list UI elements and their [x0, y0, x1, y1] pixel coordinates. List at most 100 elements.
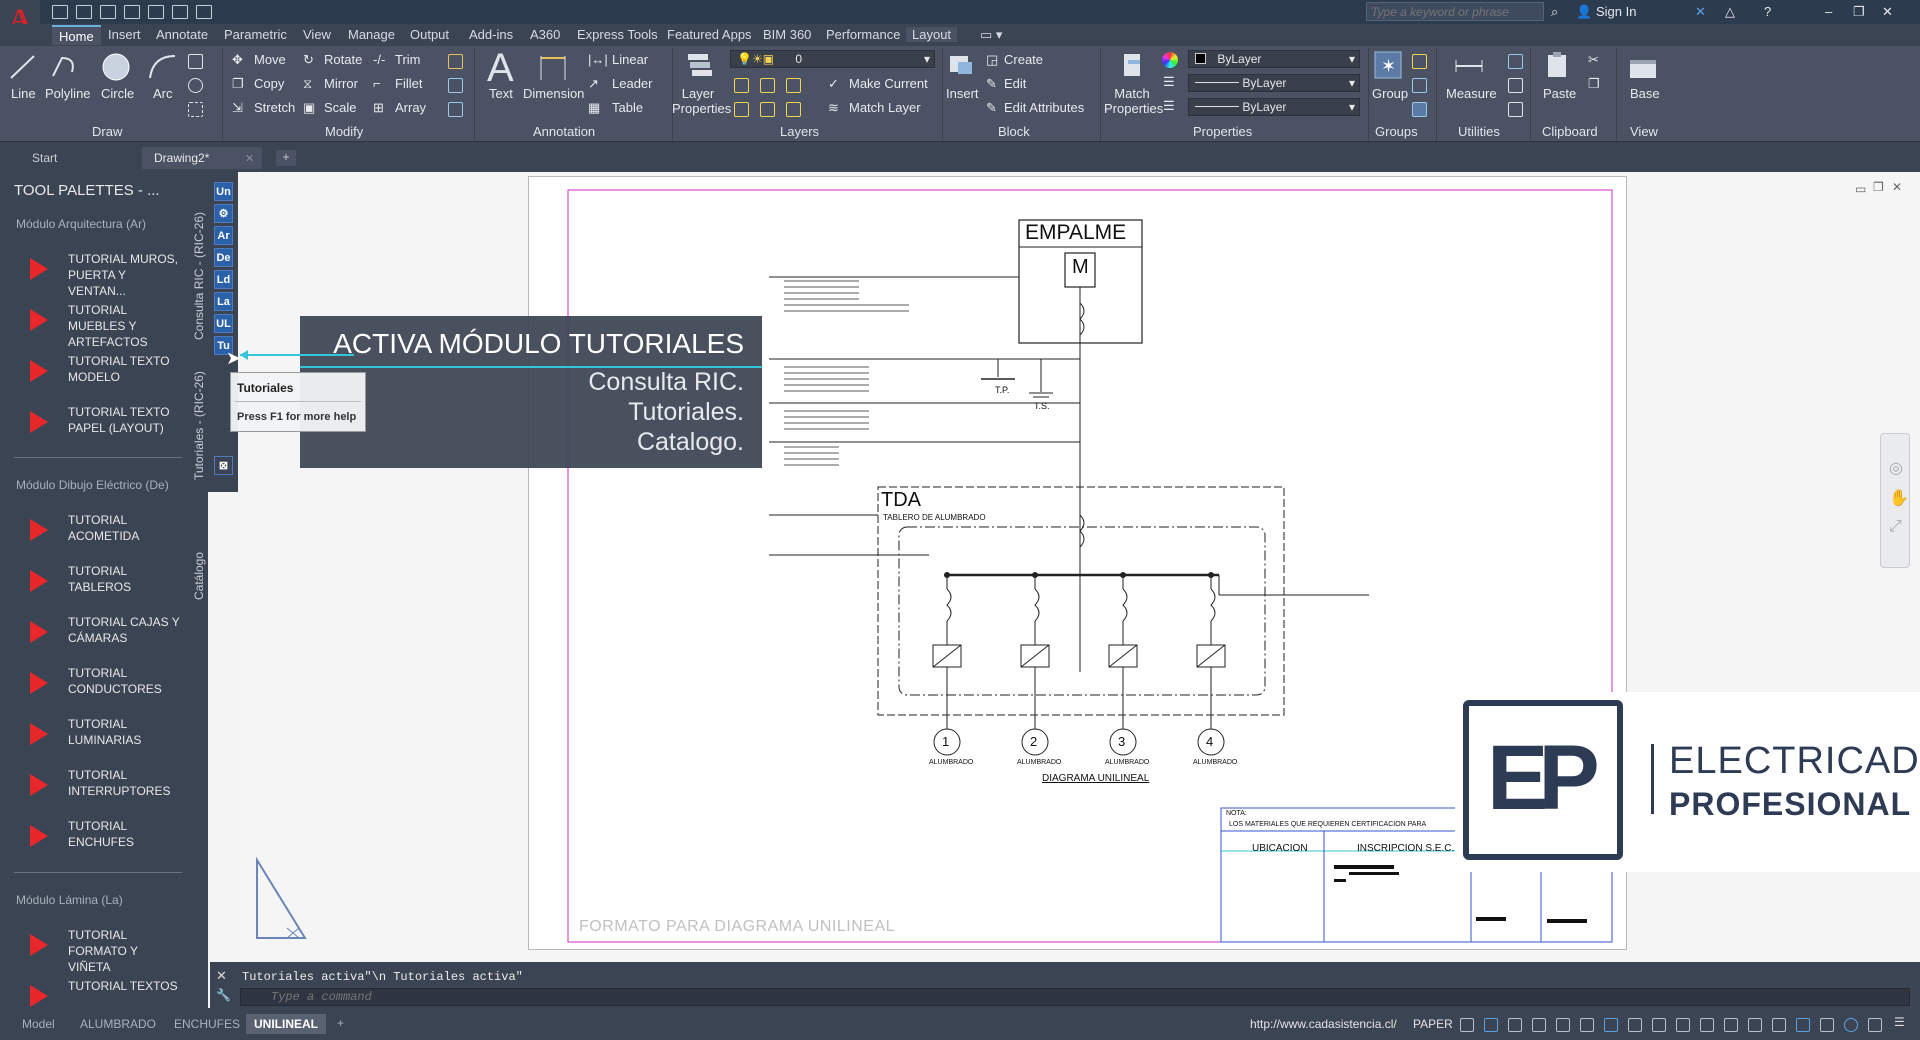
tab-annotate[interactable]: Annotate — [156, 27, 208, 42]
close-tab-icon[interactable]: ✕ — [245, 152, 254, 165]
module-ul-button[interactable]: UL — [214, 314, 233, 333]
tab-home[interactable]: Home — [52, 25, 101, 45]
osnap-icon[interactable] — [1556, 1018, 1570, 1032]
base-button[interactable]: Base — [1630, 86, 1660, 101]
tool-item[interactable]: TUTORIAL INTERRUPTORES — [30, 762, 180, 806]
a360-icon[interactable]: △ — [1725, 4, 1735, 20]
block-panel-title[interactable]: Block — [998, 124, 1030, 139]
module-ld-button[interactable]: Ld — [214, 270, 233, 289]
layer-tool-icon[interactable] — [734, 102, 749, 117]
print-icon[interactable] — [148, 5, 164, 19]
table-button[interactable]: Table — [612, 100, 643, 115]
tab-output[interactable]: Output — [410, 27, 449, 42]
module-ar-button[interactable]: Ar — [214, 226, 233, 245]
tab-options-icon[interactable]: ▭ ▾ — [980, 27, 1002, 43]
tab-bim-360[interactable]: BIM 360 — [763, 27, 811, 42]
tool-item[interactable]: TUTORIAL FORMATO Y VIÑETA — [30, 922, 180, 974]
isolate-objects-icon[interactable] — [1844, 1018, 1858, 1032]
hatch-icon[interactable] — [188, 102, 203, 117]
grid-icon[interactable] — [1460, 1018, 1474, 1032]
annotation-panel-title[interactable]: Annotation — [533, 124, 595, 139]
navigation-bar[interactable]: ◎ ✋ ⤢ — [1880, 433, 1910, 568]
close-grid-icon[interactable]: ⊠ — [214, 456, 233, 475]
redo-icon[interactable] — [196, 5, 212, 19]
layer-tool-icon[interactable] — [760, 78, 775, 93]
module-un-button[interactable]: Un — [214, 182, 233, 201]
tab-catalogo[interactable]: Catálogo — [192, 552, 206, 600]
utilities-panel-title[interactable]: Utilities — [1458, 124, 1500, 139]
layer-tool-icon[interactable] — [760, 102, 775, 117]
make-current-button[interactable]: Make Current — [849, 76, 928, 91]
workspace-gear-icon[interactable] — [1724, 1018, 1738, 1032]
arc-button[interactable]: Arc — [153, 86, 173, 101]
fillet-button[interactable]: Fillet — [395, 76, 422, 91]
lock-ui-icon[interactable] — [1820, 1018, 1834, 1032]
mirror-button[interactable]: Mirror — [324, 76, 358, 91]
group-button[interactable]: Group — [1372, 86, 1408, 101]
tab-a360[interactable]: A360 — [530, 27, 560, 42]
groups-panel-title[interactable]: Groups — [1375, 124, 1418, 139]
annotation-monitor-icon[interactable] — [1748, 1018, 1762, 1032]
match-layer-button[interactable]: Match Layer — [849, 100, 921, 115]
tool-item[interactable]: TUTORIAL TEXTOS — [30, 973, 180, 1012]
point-icon[interactable] — [1508, 78, 1523, 93]
quick-properties-icon[interactable] — [1796, 1018, 1810, 1032]
ungroup-icon[interactable] — [1412, 54, 1427, 69]
tab-express-tools[interactable]: Express Tools — [577, 27, 658, 42]
selection-cycling-icon[interactable] — [1652, 1018, 1666, 1032]
tool-item[interactable]: TUTORIAL LUMINARIAS — [30, 711, 180, 755]
exchange-icon[interactable]: ✕ — [1695, 4, 1706, 20]
rotate-button[interactable]: Rotate — [324, 52, 362, 67]
view-panel-title[interactable]: View — [1630, 124, 1658, 139]
annotation-scale-icon[interactable] — [1676, 1018, 1690, 1032]
tab-view[interactable]: View — [303, 27, 331, 42]
tab-parametric[interactable]: Parametric — [224, 27, 287, 42]
new-icon[interactable] — [52, 5, 68, 19]
color-wheel-icon[interactable] — [1162, 52, 1178, 68]
calculator-icon[interactable] — [1508, 102, 1523, 117]
draw-panel-title[interactable]: Draw — [92, 124, 122, 139]
otrack-icon[interactable] — [1580, 1018, 1594, 1032]
layers-panel-title[interactable]: Layers — [780, 124, 819, 139]
lineweight-icon[interactable] — [1604, 1018, 1618, 1032]
tab-add-ins[interactable]: Add-ins — [469, 27, 513, 42]
tab-unilineal[interactable]: UNILINEAL — [246, 1014, 326, 1034]
search-input[interactable] — [1366, 2, 1544, 21]
move-button[interactable]: Move — [254, 52, 286, 67]
tab-enchufes[interactable]: ENCHUFES — [166, 1014, 248, 1034]
command-input[interactable] — [240, 988, 1910, 1006]
text-button[interactable]: Text — [489, 86, 513, 101]
save-as-icon[interactable] — [124, 5, 140, 19]
layer-tool-icon[interactable] — [786, 78, 801, 93]
layer-tool-icon[interactable] — [734, 78, 749, 93]
add-layout-icon[interactable]: + — [337, 1016, 344, 1030]
dimension-button[interactable]: Dimension — [523, 86, 584, 101]
module-la-button[interactable]: La — [214, 292, 233, 311]
viewport-minimize-icon[interactable]: ▭ — [1855, 182, 1866, 196]
paper-space-toggle[interactable]: PAPER — [1413, 1017, 1453, 1031]
help-icon[interactable]: ? — [1764, 4, 1771, 19]
open-icon[interactable] — [76, 5, 92, 19]
customize-menu-icon[interactable]: ☰ — [1894, 1015, 1905, 1029]
measure-button[interactable]: Measure — [1446, 86, 1497, 101]
snap-icon[interactable] — [1484, 1018, 1498, 1032]
ellipse-icon[interactable] — [188, 78, 203, 93]
minimize-icon[interactable]: – — [1825, 4, 1832, 19]
tab-start[interactable]: Start — [20, 147, 142, 169]
viewport-close-icon[interactable]: ✕ — [1892, 180, 1902, 194]
polar-icon[interactable] — [1532, 1018, 1546, 1032]
explode-icon[interactable] — [448, 78, 463, 93]
tab-alumbrado[interactable]: ALUMBRADO — [72, 1014, 164, 1034]
stretch-button[interactable]: Stretch — [254, 100, 295, 115]
clipboard-panel-title[interactable]: Clipboard — [1542, 124, 1598, 139]
tool-item[interactable]: TUTORIAL CAJAS Y CÁMARAS — [30, 609, 180, 653]
steering-wheel-icon[interactable]: ◎ — [1889, 458, 1903, 478]
tab-consulta-ric[interactable]: Consulta RIC - (RIC-26) — [192, 212, 206, 340]
edit-attributes-button[interactable]: Edit Attributes — [1004, 100, 1084, 115]
edit-block-button[interactable]: Edit — [1004, 76, 1026, 91]
zoom-icon[interactable]: ⤢ — [1889, 518, 1902, 536]
layer-tool-icon[interactable] — [786, 102, 801, 117]
save-icon[interactable] — [100, 5, 116, 19]
layer-dropdown[interactable]: 💡☀▣ 0 ▾ — [730, 50, 935, 68]
wrench-icon[interactable]: 🔧 — [216, 988, 231, 1002]
